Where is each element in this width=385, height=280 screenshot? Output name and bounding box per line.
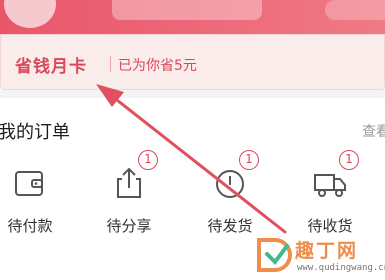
orders-title: 我的订单 bbox=[0, 122, 70, 143]
profile-header bbox=[0, 0, 385, 34]
wallet-icon bbox=[12, 165, 48, 201]
order-label: 待付款 bbox=[7, 217, 53, 235]
username-area bbox=[112, 0, 262, 20]
share-icon bbox=[111, 165, 147, 201]
order-pending-share[interactable]: 1 待分享 bbox=[89, 150, 169, 245]
avatar[interactable] bbox=[4, 0, 56, 28]
section-separator bbox=[0, 90, 385, 98]
order-pending-payment[interactable]: 待付款 bbox=[0, 155, 70, 245]
watermark: 趣丁网 www.qudingwang.cn bbox=[253, 232, 385, 280]
watermark-text: 趣丁网 bbox=[295, 240, 359, 262]
savings-card-subtitle: 已为你省5元 bbox=[118, 58, 197, 74]
savings-card-title: 省钱月卡 bbox=[15, 57, 87, 77]
share-count-badge: 1 bbox=[138, 150, 158, 170]
watermark-logo bbox=[257, 238, 292, 272]
divider bbox=[110, 56, 111, 72]
clock-icon bbox=[212, 165, 248, 201]
watermark-url: www.qudingwang.cn bbox=[297, 263, 385, 273]
truck-icon bbox=[312, 165, 348, 201]
header-pill-button[interactable] bbox=[325, 0, 385, 20]
shipment-count-badge: 1 bbox=[239, 150, 259, 170]
receipt-count-badge: 1 bbox=[339, 150, 359, 170]
savings-card[interactable]: 省钱月卡 已为你省5元 bbox=[0, 34, 385, 90]
orders-view-all-link[interactable]: 查看 bbox=[362, 121, 385, 141]
order-label: 待分享 bbox=[106, 217, 152, 235]
